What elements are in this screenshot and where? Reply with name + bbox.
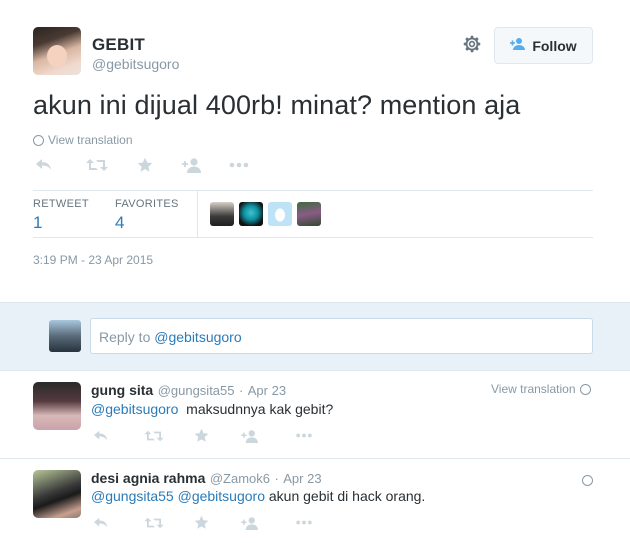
view-translation-link[interactable]: View translation [491, 382, 591, 396]
globe-icon [579, 383, 591, 395]
reply-author-name[interactable]: desi agnia rahma [91, 470, 205, 486]
gear-icon[interactable] [461, 33, 483, 55]
add-user-icon[interactable] [241, 429, 259, 443]
reply-avatar[interactable] [33, 470, 81, 518]
reply-icon[interactable] [93, 429, 109, 443]
reply-body: akun gebit di hack orang. [264, 488, 426, 504]
add-user-icon [510, 37, 526, 54]
egg-icon [275, 208, 285, 222]
follow-button[interactable]: Follow [494, 27, 593, 64]
favoriter-avatar[interactable] [239, 202, 263, 226]
retweet-icon[interactable] [86, 157, 108, 173]
reply-icon[interactable] [35, 157, 53, 173]
favorites-count[interactable]: 4 [115, 213, 124, 233]
reply-separator: · [274, 471, 279, 486]
globe-icon[interactable] [582, 475, 593, 486]
author-handle[interactable]: @gebitsugoro [92, 56, 179, 72]
view-translation-label: View translation [48, 133, 133, 147]
reply-separator: · [238, 383, 244, 398]
reply-body: maksudnnya kak gebit? [178, 401, 334, 417]
more-icon[interactable] [229, 162, 249, 168]
star-icon[interactable] [194, 515, 209, 530]
add-user-icon[interactable] [241, 516, 259, 530]
star-icon[interactable] [137, 157, 153, 173]
reply-text: @gungsita55 @gebitsugoro akun gebit di h… [91, 488, 425, 504]
reply-prefix: Reply to [99, 329, 155, 345]
more-icon[interactable] [295, 433, 313, 438]
divider [33, 190, 593, 191]
reply-author-handle[interactable]: @gungsita55 [158, 383, 235, 398]
reply-date[interactable]: Apr 23 [248, 383, 286, 398]
star-icon[interactable] [194, 428, 209, 443]
reply-actions [93, 515, 313, 530]
retweet-icon[interactable] [144, 429, 164, 443]
reply-header: gung sita @gungsita55 · Apr 23 [91, 382, 286, 400]
reply-actions [93, 428, 313, 443]
favoriter-avatar[interactable] [297, 202, 321, 226]
author-avatar[interactable] [33, 27, 81, 75]
reply-mention[interactable]: @gungsita55 @gebitsugoro [91, 488, 265, 504]
favoriter-avatar[interactable] [268, 202, 292, 226]
follow-label: Follow [532, 37, 577, 54]
reply-input[interactable]: Reply to @gebitsugoro [90, 318, 593, 354]
reply-mention: @gebitsugoro [154, 329, 242, 345]
retweet-icon[interactable] [144, 516, 164, 530]
globe-icon [33, 134, 44, 146]
stats-divider [197, 190, 198, 238]
retweet-stat-label: RETWEET [33, 198, 89, 210]
view-translation-link[interactable]: View translation [33, 133, 133, 147]
tweet-timestamp: 3:19 PM - 23 Apr 2015 [33, 253, 154, 267]
reply-author-name[interactable]: gung sita [91, 382, 153, 398]
current-user-avatar [49, 320, 81, 352]
reply-icon[interactable] [93, 516, 109, 530]
tweet-text: akun ini dijual 400rb! minat? mention aj… [33, 90, 521, 120]
retweet-count[interactable]: 1 [33, 213, 42, 233]
tweet-actions [33, 157, 273, 173]
reply-mention[interactable]: @gebitsugoro [91, 401, 178, 417]
favorites-stat-label: FAVORITES [115, 198, 179, 210]
add-user-icon[interactable] [182, 157, 202, 173]
divider [33, 237, 593, 238]
author-name[interactable]: GEBIT [92, 35, 145, 55]
more-icon[interactable] [295, 520, 313, 525]
reply-date[interactable]: Apr 23 [283, 471, 321, 486]
reply-header: desi agnia rahma @Zamok6 · Apr 23 [91, 470, 322, 488]
favoriter-avatar[interactable] [210, 202, 234, 226]
reply-author-handle[interactable]: @Zamok6 [210, 471, 270, 486]
view-translation-label: View translation [491, 382, 576, 396]
reply-text: @gebitsugoro maksudnnya kak gebit? [91, 401, 333, 417]
reply-avatar[interactable] [33, 382, 81, 430]
